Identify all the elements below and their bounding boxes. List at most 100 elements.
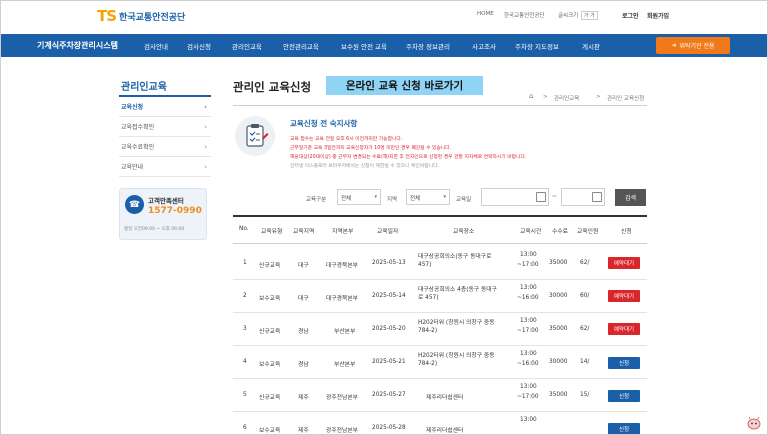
row-seats: 60/ (580, 293, 590, 299)
customer-center-box: ☎ 고객만족센터 1577-0990 평일 오전09:00 ~ 오후 06:00 (119, 188, 207, 240)
row-branch: 광주전남본부 (326, 395, 358, 401)
font-size-toggle[interactable]: 가 가 (581, 11, 598, 20)
row-place: 제주리더쉽센터 (426, 428, 464, 434)
notice-title: 교육신청 전 숙지사항 (290, 119, 358, 128)
join-link[interactable]: 회원가입 (647, 11, 669, 20)
row-time-start: 13:00 (520, 318, 537, 324)
breadcrumb-sep: > (543, 94, 548, 100)
nav-item-manager-edu[interactable]: 관리인교육 (232, 41, 262, 51)
sidebar-item-label: 교육안내 (121, 164, 144, 171)
row-time-start: 13:00 (520, 384, 537, 390)
table-row: 5 신규교육 제주 광주전남본부 2025-05-27 제주리더쉽센터 13:0… (233, 380, 647, 412)
chevron-right-icon: › (204, 122, 207, 131)
apply-button[interactable]: 신청 (608, 357, 640, 369)
row-no: 6 (243, 425, 247, 431)
row-place: 대구상공회의소(동구 동대구로 457) (418, 254, 492, 268)
row-type: 보수교육 (259, 296, 281, 302)
sidebar-item-apply[interactable]: 교육신청 › (119, 97, 211, 117)
row-place: H202타워 (창원시 의창구 중동 784-2) (418, 320, 495, 334)
date-end-input[interactable] (561, 188, 605, 206)
chevron-right-icon: › (204, 162, 207, 171)
row-no: 2 (243, 293, 247, 299)
row-place: H202타워 (창원시 의창구 중동 784-2) (418, 353, 495, 367)
partner-only-label: 위탁기관 전용 (679, 43, 715, 50)
row-no: 3 (243, 326, 247, 332)
row-date: 2025-05-28 (372, 425, 406, 431)
sidebar-item-receipt[interactable]: 교육접수확인 › (119, 117, 211, 137)
sidebar-item-label: 교육신청 (121, 104, 144, 111)
filter-type-label: 교육구분 (306, 197, 327, 203)
main-nav: 기계식주차장관리시스템 검사안내 검사신청 관리인교육 안전관리교육 보수원 안… (1, 34, 767, 57)
sidebar-item-guide[interactable]: 교육안내 › (119, 157, 211, 177)
apply-button[interactable]: 신청 (608, 390, 640, 402)
date-range-separator: ~ (552, 193, 558, 200)
partner-only-button[interactable]: ➜ 위탁기관 전용 (656, 37, 730, 54)
row-seats: 15/ (580, 392, 590, 398)
nav-item-inspection-request[interactable]: 검사신청 (187, 41, 211, 51)
breadcrumb-current: 관리인 교육신청 (607, 96, 645, 102)
nav-item-safety-edu[interactable]: 안전관리교육 (283, 41, 319, 51)
row-time-end: ~16:00 (517, 295, 539, 301)
nav-item-parking-info[interactable]: 주차장 정보관리 (406, 41, 450, 51)
login-link[interactable]: 로그인 (622, 11, 639, 20)
row-region: 제주 (298, 395, 309, 401)
row-branch: 광주전남본부 (326, 428, 358, 434)
nav-item-accident[interactable]: 사고조사 (472, 41, 496, 51)
row-fee: 30000 (549, 359, 568, 365)
reserve-wait-button[interactable]: 예약대기 (608, 323, 640, 335)
row-type: 신규교육 (259, 329, 281, 335)
chevron-right-icon: › (204, 142, 207, 151)
site-logo[interactable]: TS 한국교통안전공단 (97, 7, 185, 25)
home-icon[interactable]: ⌂ (529, 92, 533, 100)
calendar-icon[interactable] (592, 192, 602, 202)
breadcrumb-item[interactable]: 관리인교육 (554, 94, 579, 102)
arrow-circle-icon: ➜ (671, 42, 677, 49)
row-fee: 35000 (549, 392, 568, 398)
calendar-icon[interactable] (536, 192, 546, 202)
chatbot-icon[interactable] (746, 416, 762, 430)
sidebar-item-completion[interactable]: 교육수료확인 › (119, 137, 211, 157)
util-font-size[interactable]: 글씨크기 (558, 11, 578, 19)
row-date: 2025-05-27 (372, 392, 406, 398)
table-row: 1 신규교육 대구 대구경북본부 2025-05-13 대구상공회의소(동구 동… (233, 248, 647, 280)
row-no: 5 (243, 392, 247, 398)
nav-item-inspection-guide[interactable]: 검사안내 (144, 41, 168, 51)
nav-item-repair-edu[interactable]: 보수원 안전 교육 (341, 41, 387, 51)
row-branch: 부산본부 (334, 362, 356, 368)
col-header-no: No. (239, 226, 249, 232)
row-type: 보수교육 (259, 428, 281, 434)
row-time-end: ~16:00 (517, 361, 539, 367)
page-title: 관리인 교육신청 (233, 80, 312, 94)
row-time-start: 13:00 (520, 252, 537, 258)
filter-type-select[interactable]: 전체 ▾ (337, 189, 381, 205)
util-home-link[interactable]: HOME (477, 11, 494, 17)
nav-item-map[interactable]: 주차장 지도정보 (515, 41, 559, 51)
row-time-end: ~17:00 (517, 328, 539, 334)
reserve-wait-button[interactable]: 예약대기 (608, 257, 640, 269)
col-header-type: 교육유형 (261, 229, 283, 235)
row-region: 경남 (298, 362, 309, 368)
date-start-input[interactable] (481, 188, 549, 206)
filter-region-select[interactable]: 전체 ▾ (406, 189, 450, 205)
row-region: 대구 (298, 296, 309, 302)
row-seats: 62/ (580, 260, 590, 266)
search-button[interactable]: 검색 (615, 189, 646, 206)
row-date: 2025-05-21 (372, 359, 406, 365)
title-divider (233, 105, 647, 106)
row-region: 대구 (298, 263, 309, 269)
page-frame: TS 한국교통안전공단 HOME 한국교통안전공단 글씨크기 가 가 로그인 회… (0, 0, 768, 435)
util-kotsa-link[interactable]: 한국교통안전공단 (504, 11, 544, 19)
header-divider (233, 243, 647, 244)
col-header-apply: 신청 (621, 229, 632, 235)
reserve-wait-button[interactable]: 예약대기 (608, 290, 640, 302)
row-region: 경남 (298, 329, 309, 335)
notice-line: 인터넷 이스플로러 브라우저에서는 신청이 제한될 수 있으니 확인바랍니다. (290, 164, 440, 169)
nav-brand[interactable]: 기계식주차장관리시스템 (37, 40, 118, 51)
sidebar-title: 관리인교육 (121, 82, 167, 93)
row-time-end: ~17:00 (517, 394, 539, 400)
filter-region-label: 지역 (387, 197, 398, 203)
online-edu-button[interactable]: 온라인 교육 신청 바로가기 (326, 76, 483, 95)
filter-type-value: 전체 (341, 196, 352, 202)
nav-item-board[interactable]: 게시판 (582, 41, 600, 51)
apply-button[interactable]: 신청 (608, 423, 640, 434)
